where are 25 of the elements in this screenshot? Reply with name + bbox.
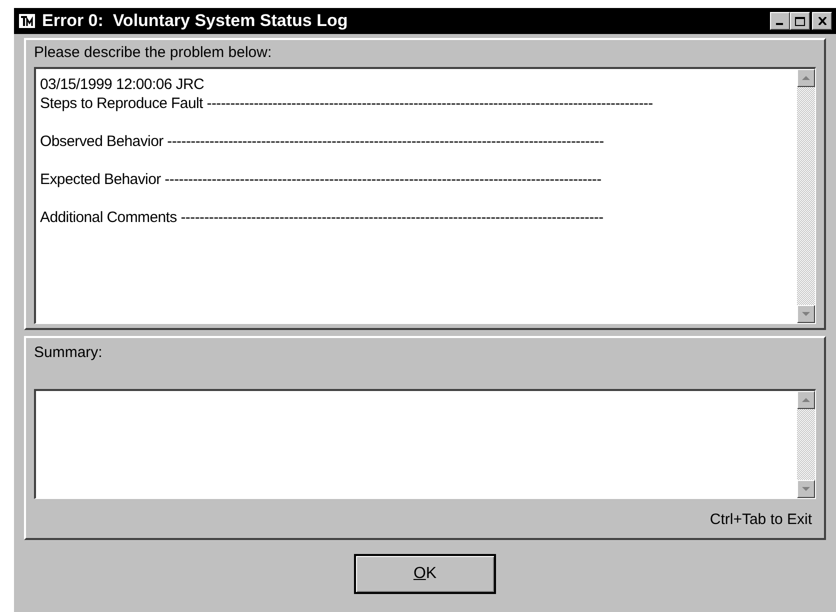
text-line: Expected Behavior --------------------------------------------------------------------------------------------- xyxy=(40,170,602,188)
maximize-button[interactable] xyxy=(790,12,810,30)
summary-text-area[interactable] xyxy=(34,388,816,498)
up-arrow-icon xyxy=(802,398,810,402)
scroll-down-button[interactable] xyxy=(797,305,815,323)
ok-button[interactable]: OK xyxy=(354,554,496,594)
minimize-button[interactable] xyxy=(770,12,790,30)
app-icon xyxy=(18,12,36,30)
down-arrow-icon xyxy=(802,312,810,316)
shortcut-hint: Ctrl+Tab to Exit xyxy=(710,510,812,530)
close-icon xyxy=(818,17,826,25)
scroll-up-button[interactable] xyxy=(797,390,815,408)
summary-label: Summary: xyxy=(34,343,104,363)
description-label: Please describe the problem below: xyxy=(34,43,273,63)
down-arrow-icon xyxy=(802,486,810,490)
scroll-up-button[interactable] xyxy=(797,68,815,86)
maximize-icon xyxy=(795,16,805,26)
text-line: Observed Behavior --------------------------------------------------------------------------------------------- xyxy=(40,132,605,150)
scroll-down-button[interactable] xyxy=(797,480,815,498)
up-arrow-icon xyxy=(802,76,810,80)
text-line: Additional Comments ------------------------------------------------------------------------------------------ xyxy=(40,208,604,226)
window-title: Error 0: Voluntary System Status Log xyxy=(42,10,348,32)
text-line: Steps to Reproduce Fault ----------------------------------------------------------------------------------------------- xyxy=(40,94,654,112)
text-line: 03/15/1999 12:00:06 JRC xyxy=(40,74,206,94)
close-button[interactable] xyxy=(812,12,832,30)
